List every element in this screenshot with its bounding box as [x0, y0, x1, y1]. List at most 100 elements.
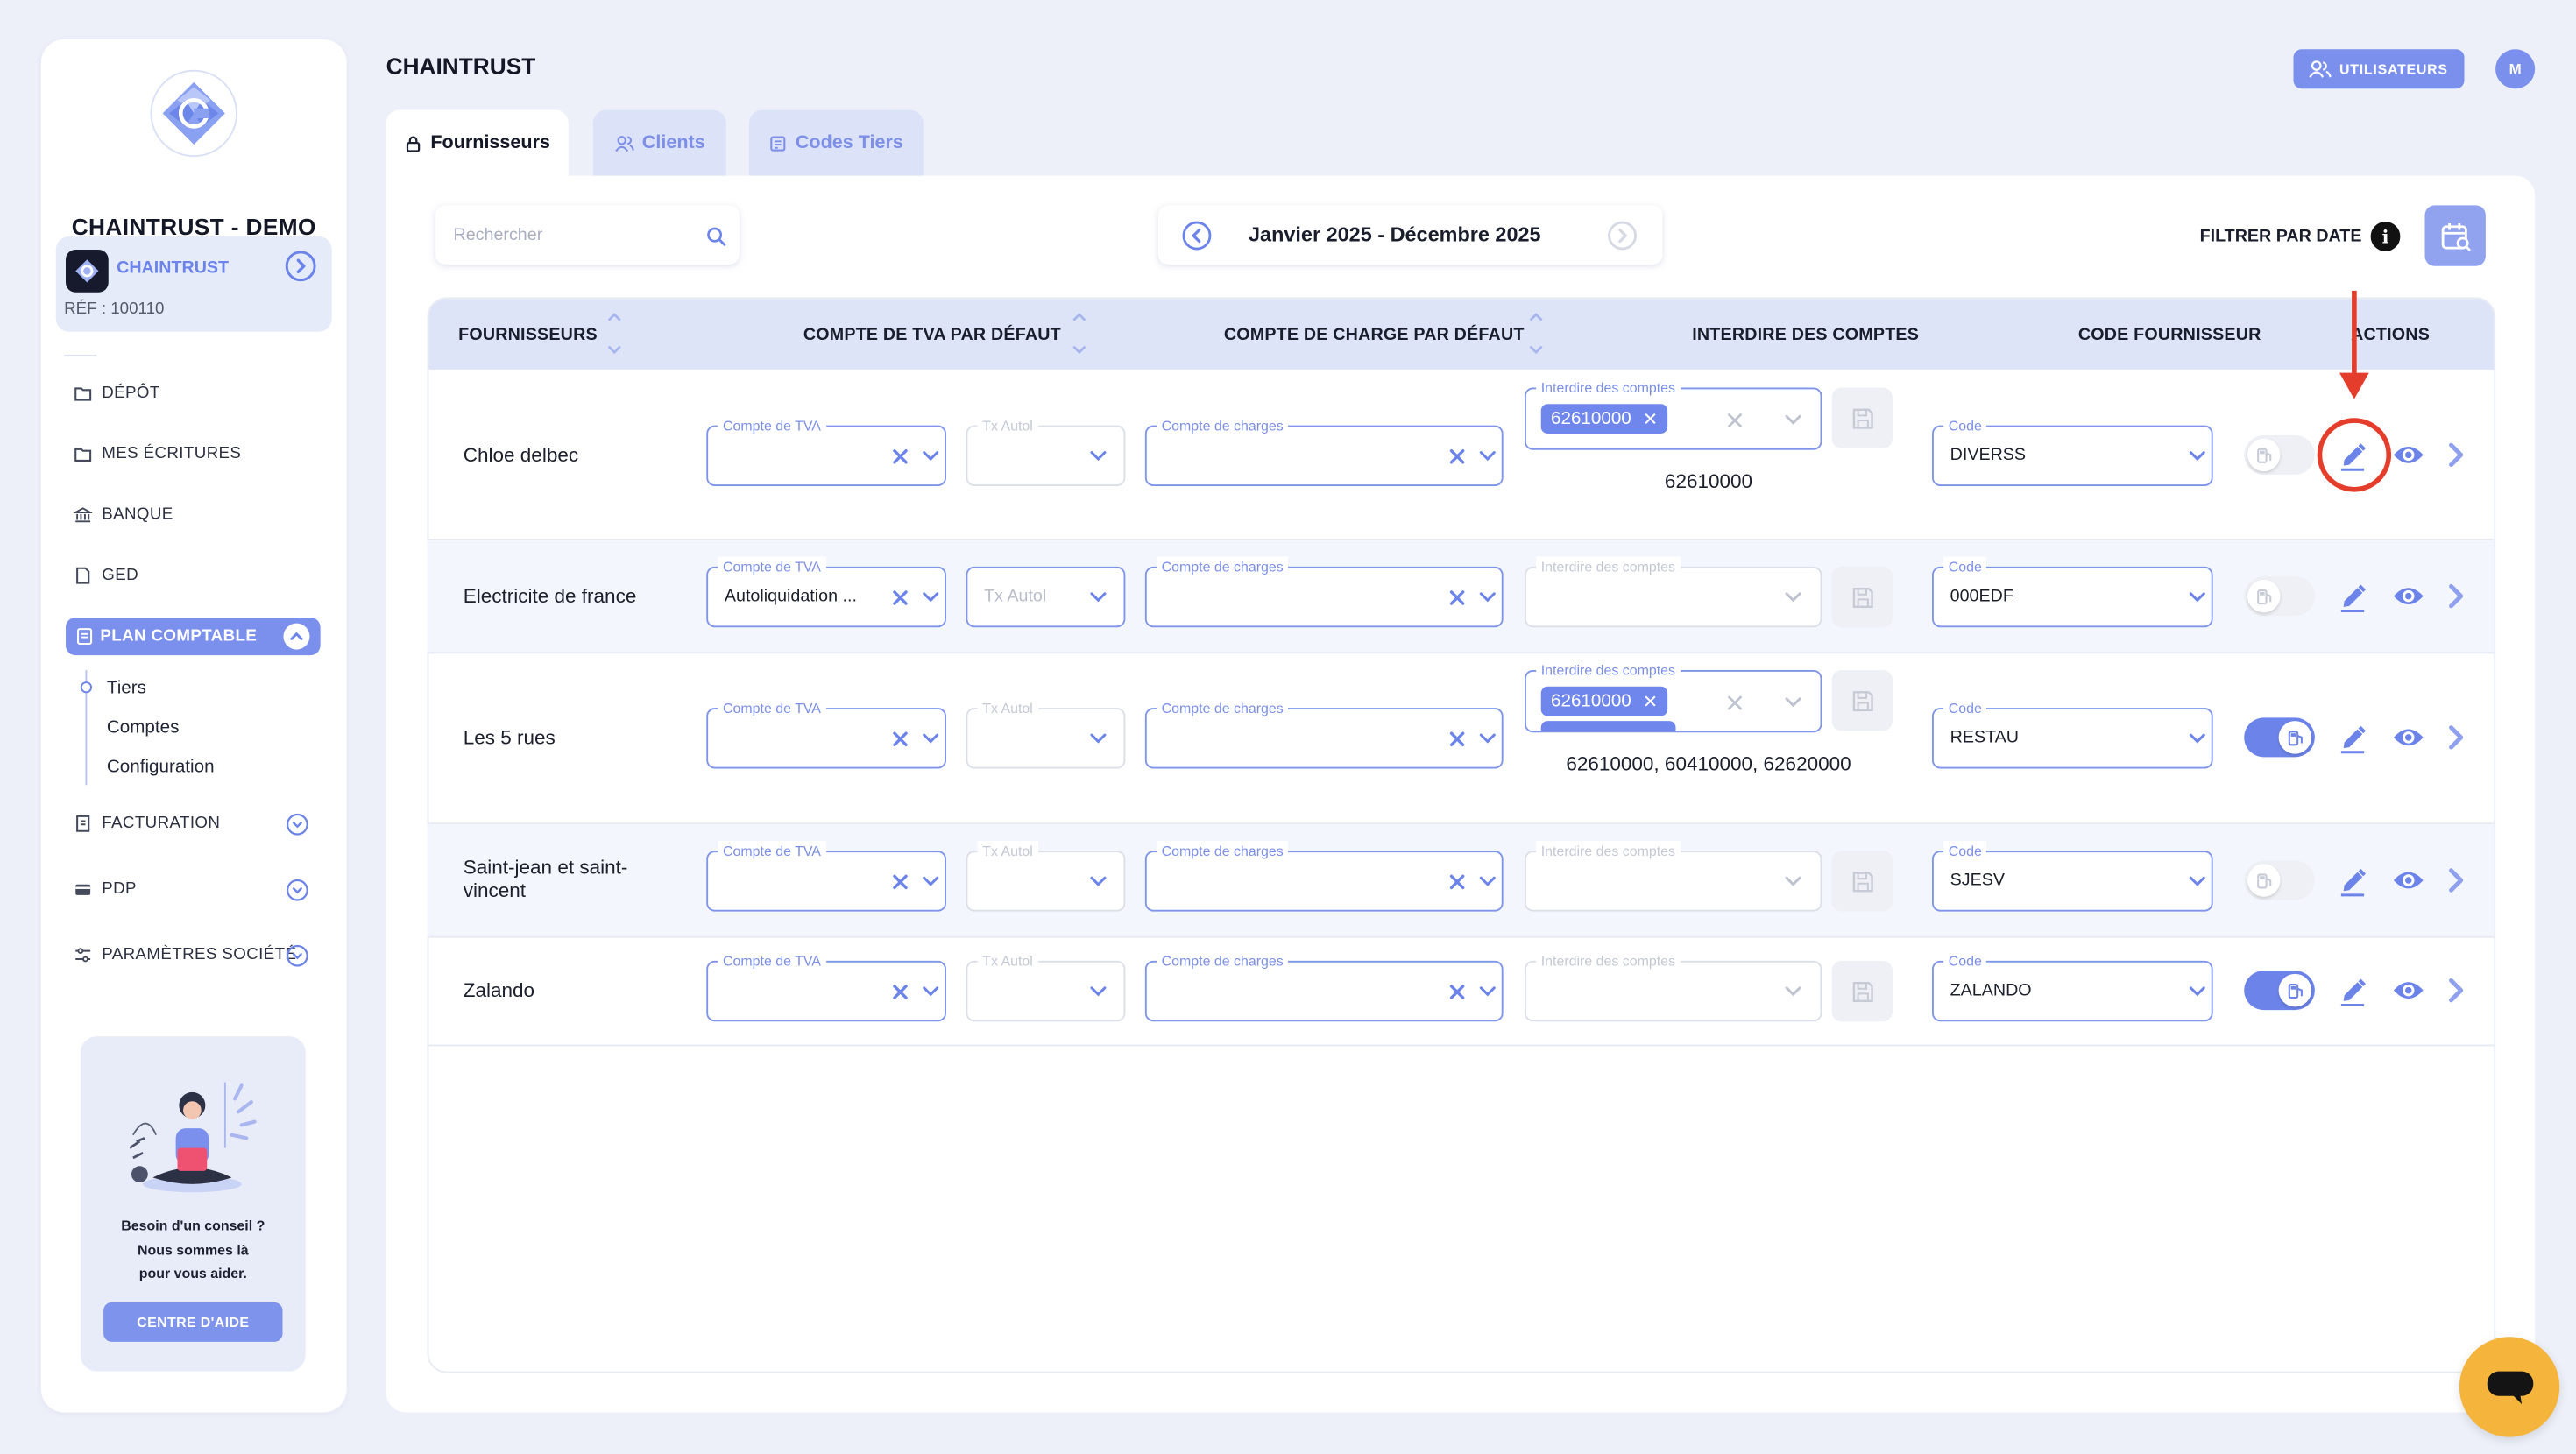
tab-fournisseurs[interactable]: Fournisseurs: [386, 109, 569, 176]
tab-clients[interactable]: Clients: [592, 109, 726, 176]
previous-period-icon[interactable]: [1181, 220, 1213, 251]
info-icon[interactable]: i: [2370, 222, 2401, 251]
charge-account-select[interactable]: Compte de charges: [1144, 950, 1504, 1022]
fuel-toggle[interactable]: [2244, 434, 2315, 475]
chevron-down-icon[interactable]: [1089, 875, 1108, 888]
chevron-down-icon[interactable]: [2189, 875, 2207, 888]
clear-icon[interactable]: [1727, 695, 1744, 711]
sidebar-item-depot[interactable]: DÉPÔT: [74, 385, 159, 402]
search-input[interactable]: Rechercher: [454, 225, 543, 245]
avatar[interactable]: M: [2495, 49, 2536, 89]
clear-icon[interactable]: [1449, 731, 1466, 747]
users-button[interactable]: UTILISATEURS: [2293, 49, 2465, 89]
clear-icon[interactable]: [1449, 589, 1466, 606]
chevron-down-icon[interactable]: [922, 875, 940, 888]
clear-icon[interactable]: [1727, 413, 1744, 429]
forbidden-accounts-select[interactable]: Interdire des comptes: [1525, 841, 1822, 912]
sidebar-item-pdp[interactable]: PDP: [74, 880, 137, 899]
sidebar-subitem-comptes[interactable]: Comptes: [107, 717, 180, 738]
charge-account-select[interactable]: Compte de charges: [1144, 841, 1504, 912]
chevron-down-icon[interactable]: [1089, 985, 1108, 999]
view-icon[interactable]: [2392, 978, 2425, 1004]
chevron-down-icon[interactable]: [1784, 414, 1802, 427]
chevron-down-icon[interactable]: [1784, 696, 1802, 709]
forbidden-accounts-select[interactable]: Interdire des comptes: [1525, 556, 1822, 628]
chevron-right-circle-icon[interactable]: [284, 250, 317, 283]
forbidden-accounts-select[interactable]: Interdire des comptes: [1525, 950, 1822, 1022]
search-box[interactable]: Rechercher: [435, 205, 740, 265]
save-button[interactable]: [1831, 387, 1893, 448]
charge-account-select[interactable]: Compte de charges: [1144, 556, 1504, 628]
sidebar-item-ged[interactable]: GED: [74, 567, 138, 585]
chevron-down-icon[interactable]: [922, 732, 940, 745]
view-icon[interactable]: [2392, 724, 2425, 751]
clear-icon[interactable]: [892, 589, 909, 606]
vat-account-select[interactable]: Compte de TVA: [706, 697, 946, 769]
chevron-down-icon[interactable]: [1479, 875, 1497, 888]
supplier-code-select[interactable]: Code DIVERSS: [1932, 415, 2213, 486]
edit-icon[interactable]: [2338, 864, 2367, 897]
chevron-down-icon[interactable]: [1089, 732, 1108, 745]
chevron-down-icon[interactable]: [1784, 985, 1802, 999]
clear-icon[interactable]: [1449, 874, 1466, 891]
sort-icon[interactable]: [1070, 310, 1090, 356]
chip-remove-icon[interactable]: ✕: [1643, 408, 1658, 430]
chevron-down-icon[interactable]: [1479, 985, 1497, 999]
chevron-down-icon[interactable]: [286, 813, 308, 836]
sort-icon[interactable]: [1526, 310, 1546, 356]
view-icon[interactable]: [2392, 867, 2425, 893]
sidebar-item-banque[interactable]: BANQUE: [74, 506, 173, 524]
column-header-fournisseurs[interactable]: FOURNISSEURS: [458, 299, 598, 370]
autoliquidation-rate-select[interactable]: Tx Autol: [966, 566, 1126, 628]
charge-account-select[interactable]: Compte de charges: [1144, 697, 1504, 769]
charge-account-select[interactable]: Compte de charges: [1144, 415, 1504, 486]
chevron-down-icon[interactable]: [1784, 591, 1802, 604]
clear-icon[interactable]: [1449, 984, 1466, 1000]
fuel-toggle[interactable]: [2244, 576, 2315, 617]
clear-icon[interactable]: [892, 874, 909, 891]
view-icon[interactable]: [2392, 583, 2425, 610]
chevron-right-icon[interactable]: [2446, 583, 2466, 610]
fuel-toggle[interactable]: [2244, 717, 2315, 758]
chevron-down-icon[interactable]: [2189, 985, 2207, 999]
sidebar-item-parametres-societe[interactable]: PARAMÈTRES SOCIÉTÉ: [74, 946, 296, 964]
save-button[interactable]: [1831, 851, 1893, 912]
supplier-code-select[interactable]: Code RESTAU: [1932, 697, 2213, 769]
supplier-code-select[interactable]: Code ZALANDO: [1932, 950, 2213, 1022]
chevron-down-icon[interactable]: [1089, 591, 1108, 604]
forbidden-accounts-select[interactable]: Interdire des comptes 62610000 ✕: [1525, 378, 1822, 450]
chevron-down-icon[interactable]: [922, 591, 940, 604]
tab-codes-tiers[interactable]: Codes Tiers: [749, 109, 924, 176]
chat-button[interactable]: [2459, 1337, 2560, 1437]
save-button[interactable]: [1831, 670, 1893, 731]
forbidden-account-chip[interactable]: 62610000 ✕: [1540, 404, 1668, 434]
edit-icon[interactable]: [2338, 974, 2367, 1007]
chevron-down-icon[interactable]: [1479, 450, 1497, 463]
supplier-code-select[interactable]: Code 000EDF: [1932, 556, 2213, 628]
vat-account-select[interactable]: Compte de TVA Autoliquidation ...: [706, 556, 946, 628]
chevron-right-icon[interactable]: [2446, 441, 2466, 468]
column-header-compte-tva[interactable]: COMPTE DE TVA PAR DÉFAUT: [803, 299, 1061, 370]
clear-icon[interactable]: [892, 731, 909, 747]
column-header-compte-charge[interactable]: COMPTE DE CHARGE PAR DÉFAUT: [1224, 299, 1525, 370]
forbidden-accounts-select[interactable]: Interdire des comptes 62610000 ✕: [1525, 660, 1822, 733]
calendar-search-button[interactable]: [2424, 205, 2486, 266]
chip-remove-icon[interactable]: ✕: [1643, 690, 1658, 712]
vat-account-select[interactable]: Compte de TVA: [706, 950, 946, 1022]
search-icon[interactable]: [706, 227, 726, 247]
chevron-right-icon[interactable]: [2446, 724, 2466, 751]
organization-card[interactable]: CHAINTRUST RÉF : 100110: [55, 236, 332, 332]
clear-icon[interactable]: [892, 448, 909, 465]
chevron-down-icon[interactable]: [922, 985, 940, 999]
edit-icon[interactable]: [2338, 721, 2367, 754]
chevron-down-icon[interactable]: [922, 450, 940, 463]
next-period-icon[interactable]: [1607, 220, 1638, 251]
fuel-toggle[interactable]: [2244, 971, 2315, 1011]
chevron-down-icon[interactable]: [2189, 732, 2207, 745]
supplier-code-select[interactable]: Code SJESV: [1932, 841, 2213, 912]
save-button[interactable]: [1831, 566, 1893, 628]
clear-icon[interactable]: [892, 984, 909, 1000]
vat-account-select[interactable]: Compte de TVA: [706, 415, 946, 486]
sidebar-subitem-configuration[interactable]: Configuration: [107, 757, 215, 777]
clear-icon[interactable]: [1449, 448, 1466, 465]
